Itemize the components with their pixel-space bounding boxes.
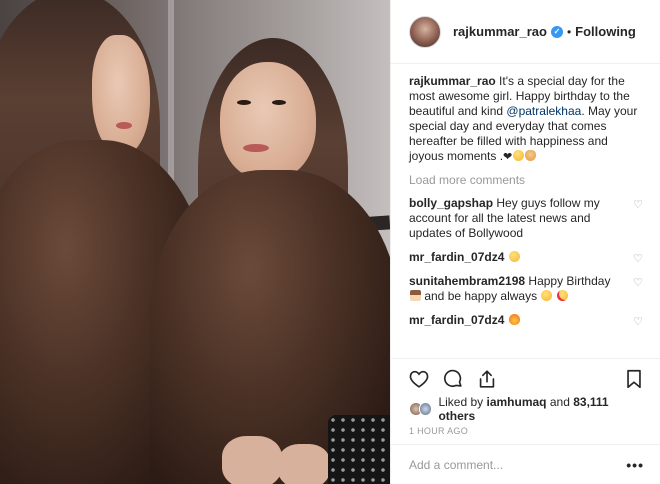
post-sidebar: rajkummar_rao ✓ • Following rajkummar_ra… (390, 0, 660, 484)
load-more-comments-link[interactable]: Load more comments (409, 173, 644, 187)
caption-mention-link[interactable]: @patralekhaa (506, 104, 581, 118)
right-figure-eye-left (237, 100, 251, 105)
comment-text-2: and be happy always (421, 289, 541, 303)
liker-username[interactable]: iamhumaq (487, 395, 547, 409)
comment-item: mr_fardin_07dz4 ♡ (409, 250, 644, 265)
comment-item: sunitahembram2198 Happy Birthday and be … (409, 274, 644, 304)
left-figure-lips (116, 122, 132, 129)
likes-prefix: Liked by (438, 395, 487, 409)
verified-badge-icon: ✓ (550, 25, 563, 38)
add-comment-input[interactable] (409, 457, 627, 472)
add-comment-bar: ••• (391, 444, 660, 484)
following-button[interactable]: Following (575, 24, 636, 39)
comment-text: Happy Birthday (525, 274, 611, 288)
share-icon[interactable] (475, 367, 499, 391)
black-heart-emoji-icon: ❤ (503, 151, 513, 163)
like-heart-icon[interactable] (407, 367, 431, 391)
header-separator: • (566, 24, 572, 39)
comment-username[interactable]: bolly_gapshap (409, 196, 493, 210)
studded-bag (328, 415, 390, 484)
comment-item: mr_fardin_07dz4 ♡ (409, 313, 644, 328)
smile-face-emoji-icon (541, 290, 553, 301)
post-timestamp[interactable]: 1 HOUR AGO (391, 420, 660, 444)
left-figure-face (92, 35, 150, 155)
comment-like-heart-icon[interactable]: ♡ (632, 277, 644, 289)
heart-eyes-face-emoji-icon (556, 290, 568, 301)
comment-icon[interactable] (441, 367, 465, 391)
bookmark-icon[interactable] (622, 367, 646, 391)
right-figure-hand (222, 436, 282, 484)
author-avatar[interactable] (409, 15, 441, 48)
right-figure-lips (243, 144, 269, 152)
likes-text: Liked by iamhumaq and 83,111 others (438, 395, 644, 423)
comment-like-heart-icon[interactable]: ♡ (632, 316, 644, 328)
instagram-post: rajkummar_rao ✓ • Following rajkummar_ra… (0, 0, 660, 484)
author-username[interactable]: rajkummar_rao (453, 24, 547, 39)
likes-summary: Liked by iamhumaq and 83,111 others (391, 395, 660, 423)
comment-like-heart-icon[interactable]: ♡ (632, 253, 644, 265)
fire-emoji-icon (508, 314, 520, 325)
likes-middle: and (546, 395, 574, 409)
raised-hands-face-emoji-icon (508, 251, 520, 262)
comment-like-heart-icon[interactable]: ♡ (632, 199, 644, 211)
comment-username[interactable]: mr_fardin_07dz4 (409, 313, 504, 327)
more-options-icon[interactable]: ••• (626, 457, 644, 473)
post-actions-bar (391, 358, 660, 398)
blush-face-emoji-icon (513, 150, 525, 161)
comment-text (504, 250, 507, 264)
caption-username[interactable]: rajkummar_rao (409, 74, 496, 88)
comment-username[interactable]: mr_fardin_07dz4 (409, 250, 504, 264)
liker-avatar (418, 402, 433, 416)
post-caption: rajkummar_rao It's a special day for the… (409, 74, 644, 165)
post-photo[interactable] (0, 0, 390, 484)
cake-emoji-icon (410, 290, 421, 301)
right-figure-hand-2 (278, 444, 330, 484)
comment-username[interactable]: sunitahembram2198 (409, 274, 525, 288)
comments-section[interactable]: rajkummar_rao It's a special day for the… (391, 64, 660, 358)
right-figure-face (220, 62, 316, 180)
right-figure-eye-right (272, 100, 286, 105)
comment-item: bolly_gapshap Hey guys follow my account… (409, 196, 644, 241)
hugging-face-emoji-icon (525, 150, 537, 161)
post-header: rajkummar_rao ✓ • Following (391, 0, 660, 64)
comment-text (504, 313, 507, 327)
